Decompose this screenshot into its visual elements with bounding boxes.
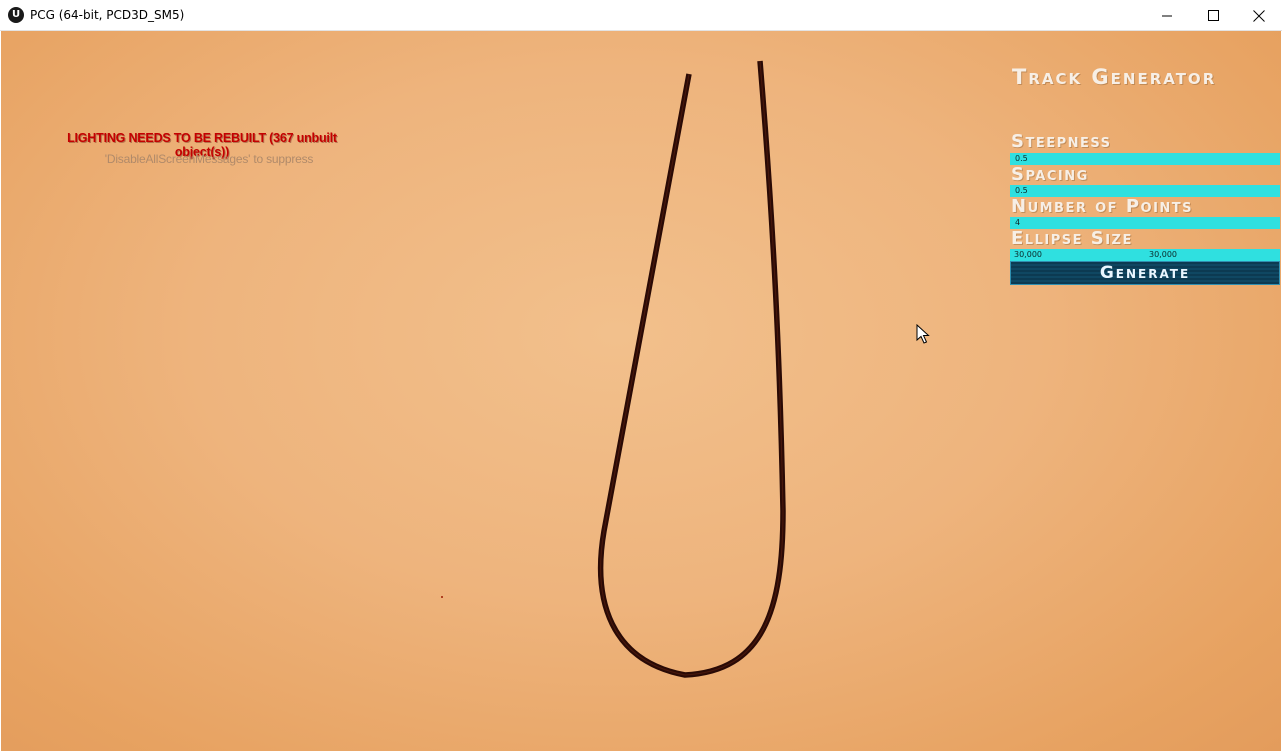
window-title: PCG (64-bit, PCD3D_SM5) [30, 8, 185, 22]
maximize-icon [1207, 10, 1219, 21]
scene-speck [441, 596, 443, 598]
unreal-logo-icon: U [8, 7, 24, 23]
game-viewport[interactable]: LIGHTING NEEDS TO BE REBUILT (367 unbuil… [1, 31, 1281, 751]
minimize-button[interactable] [1144, 0, 1190, 31]
mouse-cursor-icon [916, 324, 930, 344]
ellipse-size-y-value[interactable]: 30,000 [1149, 249, 1177, 261]
track-curve [597, 60, 786, 678]
ellipse-size-x-value[interactable]: 30,000 [1014, 249, 1042, 261]
number-of-points-label: Number of Points [1011, 196, 1194, 217]
panel-title: Track Generator [1012, 65, 1217, 89]
ellipse-size-label: Ellipse Size [1011, 228, 1133, 249]
minimize-icon [1162, 15, 1172, 16]
steepness-label: Steepness [1011, 131, 1112, 152]
spacing-label: Spacing [1011, 164, 1089, 185]
title-bar[interactable]: U PCG (64-bit, PCD3D_SM5) [0, 0, 1282, 31]
maximize-button[interactable] [1190, 0, 1236, 31]
close-icon [1253, 9, 1265, 22]
ellipse-size-input[interactable]: 30,000 30,000 [1010, 249, 1280, 261]
close-button[interactable] [1236, 0, 1282, 31]
generate-button[interactable]: Generate [1010, 261, 1280, 285]
